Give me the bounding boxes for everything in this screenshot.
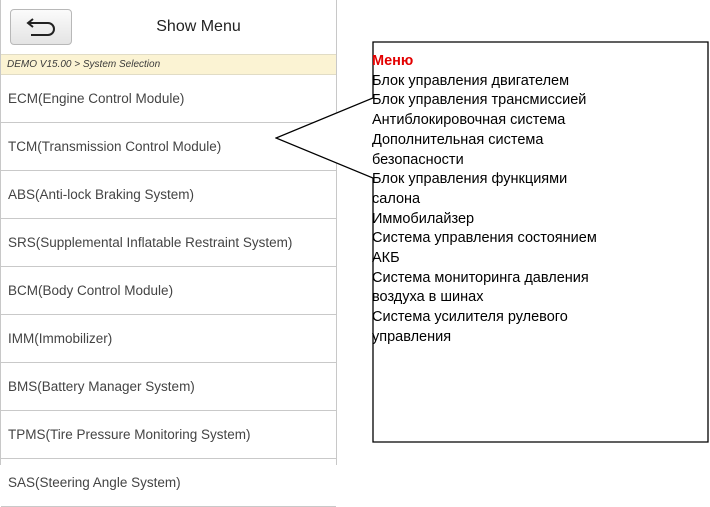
callout-line: Система мониторинга давления xyxy=(372,269,589,286)
callout-line: воздуха в шинах xyxy=(372,289,484,306)
callout-line: Иммобилайзер xyxy=(372,210,475,227)
callout-line: Дополнительная система xyxy=(372,131,544,148)
callout-line: Система усилителя рулевого xyxy=(372,309,568,326)
back-button[interactable] xyxy=(10,9,72,45)
callout-line: Система управления состоянием xyxy=(372,230,597,247)
callout-line: Антиблокировочная система xyxy=(372,112,566,129)
callout-text: Меню Блок управления двигателем Блок упр… xyxy=(372,52,697,348)
menu-item-sas[interactable]: SAS(Steering Angle System) xyxy=(1,459,336,507)
callout-line: Блок управления функциями xyxy=(372,171,568,188)
callout-line: АКБ xyxy=(372,250,400,267)
callout-line: управления xyxy=(372,328,452,345)
callout-line: салона xyxy=(372,190,421,207)
callout-line: Блок управления двигателем xyxy=(372,72,570,89)
callout-title: Меню xyxy=(372,53,414,69)
callout-line: Блок управления трансмиссией xyxy=(372,92,587,109)
back-arrow-icon xyxy=(26,18,55,36)
callout-line: безопасности xyxy=(372,151,464,168)
